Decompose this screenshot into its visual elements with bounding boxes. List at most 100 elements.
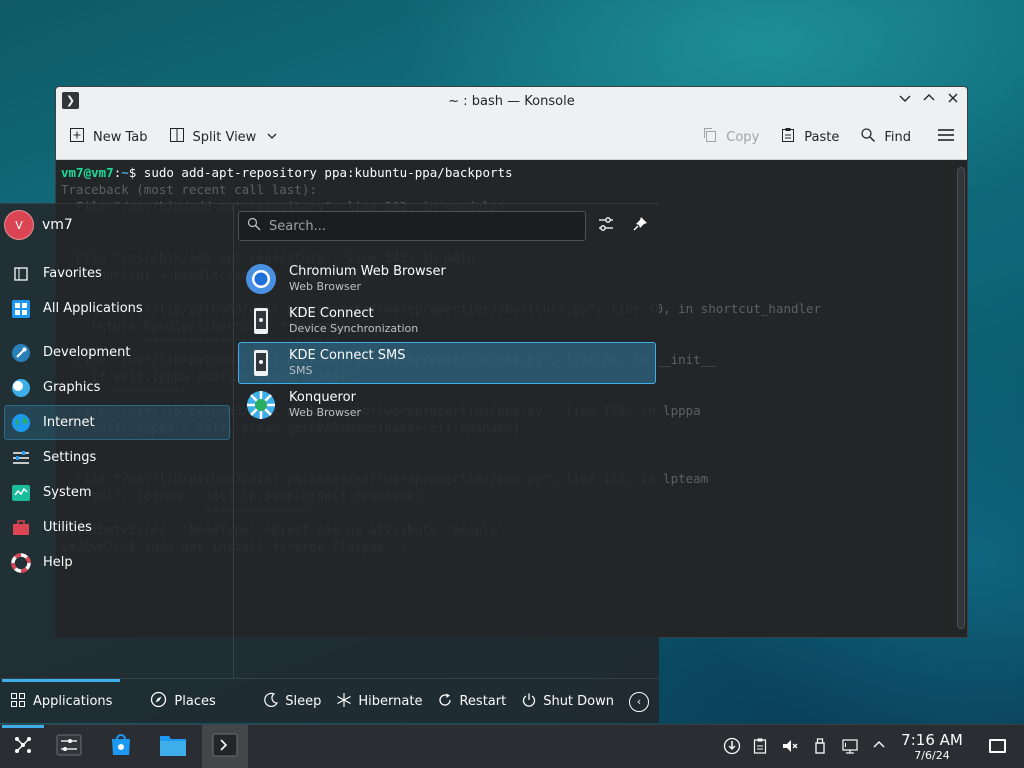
usb-device-icon[interactable] (810, 737, 830, 757)
digital-clock[interactable]: 7:16 AM 7/6/24 (896, 731, 968, 763)
search-input[interactable] (269, 218, 585, 234)
terminal-app-icon[interactable]: ❯ (62, 92, 79, 109)
category-utilities[interactable]: Utilities (4, 510, 230, 545)
copy-button[interactable]: Copy (701, 127, 759, 147)
search-icon (859, 127, 877, 147)
restart-button[interactable]: Restart (437, 692, 506, 712)
category-development[interactable]: Development (4, 335, 230, 370)
hamburger-menu-icon[interactable] (937, 127, 955, 148)
hibernate-icon (336, 692, 352, 712)
category-label: Development (43, 345, 131, 360)
configure-icon[interactable] (595, 215, 617, 237)
app-kde-connect-sms[interactable]: KDE Connect SMS SMS (238, 342, 656, 384)
discover-store-icon (107, 731, 135, 763)
title-bar[interactable]: ❯ ~ : bash — Konsole (56, 87, 967, 115)
app-kde-connect[interactable]: KDE Connect Device Synchronization (238, 300, 656, 342)
sleep-icon (263, 692, 279, 712)
terminal-command: $ sudo add-apt-repository ppa:kubuntu-pp… (128, 165, 513, 180)
avatar[interactable]: V (4, 210, 34, 240)
chevron-up-icon[interactable] (869, 737, 889, 757)
app-text: Chromium Web Browser Web Browser (289, 264, 446, 294)
sleep-label: Sleep (285, 694, 322, 709)
terminal-line: Traceback (most recent call last): (61, 182, 317, 197)
app-text: KDE Connect Device Synchronization (289, 306, 418, 336)
find-button[interactable]: Find (859, 127, 911, 147)
user-name: vm7 (42, 217, 73, 233)
restart-label: Restart (459, 694, 507, 709)
terminal-scrollbar[interactable] (957, 167, 965, 629)
category-label: System (43, 485, 92, 500)
split-view-button[interactable]: Split View (168, 127, 282, 147)
window-title: ~ : bash — Konsole (448, 93, 575, 109)
volume-muted-icon[interactable] (780, 737, 800, 757)
copy-icon (701, 127, 719, 147)
sleep-button[interactable]: Sleep (263, 692, 321, 712)
category-label: Graphics (43, 380, 101, 395)
tab-applications-label: Applications (33, 694, 113, 709)
category-label: Settings (43, 450, 97, 465)
star-icon (11, 264, 31, 284)
network-wired-icon[interactable] (840, 737, 860, 757)
app-description: Web Browser (289, 406, 362, 419)
category-settings[interactable]: Settings (4, 440, 230, 475)
category-list: Favorites All Applications Development Grap… (4, 256, 230, 580)
prompt-user: vm7@vm7 (61, 165, 114, 180)
category-internet[interactable]: Internet (4, 405, 230, 440)
pin-icon[interactable] (629, 215, 651, 237)
paste-button[interactable]: Paste (779, 127, 839, 147)
dolphin-app-button[interactable] (150, 725, 196, 768)
kdeconnect-sms-icon (245, 347, 277, 379)
clipboard-icon[interactable] (750, 737, 770, 757)
discover-app-button[interactable] (98, 725, 144, 768)
shutdown-button[interactable]: Shut Down (521, 692, 614, 712)
konsole-toolbar: New Tab Split View Copy Paste Find (56, 115, 967, 160)
kde-launcher-icon (11, 733, 35, 761)
split-view-label: Split View (192, 129, 257, 145)
application-launcher-button[interactable] (0, 725, 46, 768)
tab-applications[interactable]: Applications (0, 678, 122, 725)
user-info[interactable]: V vm7 (4, 210, 73, 240)
category-system[interactable]: System (4, 475, 230, 510)
prompt-path: ~ (121, 165, 129, 180)
category-help[interactable]: Help (4, 545, 230, 580)
category-favorites[interactable]: Favorites (4, 256, 230, 291)
maximize-button[interactable] (921, 91, 937, 109)
chevron-left-icon[interactable]: ‹ (629, 691, 649, 712)
minimize-button[interactable] (897, 91, 913, 109)
folder-icon (158, 731, 188, 763)
category-label: Favorites (43, 266, 102, 281)
chromium-icon (245, 263, 277, 295)
app-konqueror[interactable]: Konqueror Web Browser (238, 384, 656, 426)
update-notifier-icon[interactable] (722, 737, 742, 757)
hibernate-button[interactable]: Hibernate (336, 692, 422, 712)
utilities-icon (11, 518, 31, 538)
category-all-applications[interactable]: All Applications (4, 291, 230, 326)
category-graphics[interactable]: Graphics (4, 370, 230, 405)
clock-date: 7/6/24 (914, 749, 950, 762)
task-manager-app-button[interactable] (46, 725, 92, 768)
new-tab-button[interactable]: New Tab (68, 127, 148, 147)
app-chromium-web-browser[interactable]: Chromium Web Browser Web Browser (238, 258, 656, 300)
app-description: SMS (289, 364, 313, 377)
split-view-icon (168, 127, 186, 147)
tab-places[interactable]: Places (140, 679, 225, 725)
compass-icon (150, 691, 167, 712)
app-name: KDE Connect SMS (289, 348, 406, 363)
category-label: All Applications (43, 301, 143, 316)
launcher-footer: Applications Places Sleep Hibernate Rest… (0, 678, 659, 724)
app-name: Chromium Web Browser (289, 264, 446, 279)
graphics-icon (11, 378, 31, 398)
power-icon (521, 692, 537, 712)
category-label: Internet (43, 415, 95, 430)
new-tab-label: New Tab (93, 129, 148, 145)
development-icon (11, 343, 31, 363)
show-desktop-button[interactable] (989, 739, 1006, 753)
konsole-task-button[interactable] (202, 725, 248, 768)
search-field[interactable] (238, 211, 586, 241)
chevron-down-icon[interactable] (263, 128, 281, 146)
app-name: Konqueror (289, 390, 356, 405)
settings-icon (11, 448, 31, 468)
application-list: Chromium Web Browser Web Browser KDE Conne… (238, 258, 656, 426)
grid-icon (10, 692, 26, 712)
close-button[interactable] (945, 91, 961, 109)
